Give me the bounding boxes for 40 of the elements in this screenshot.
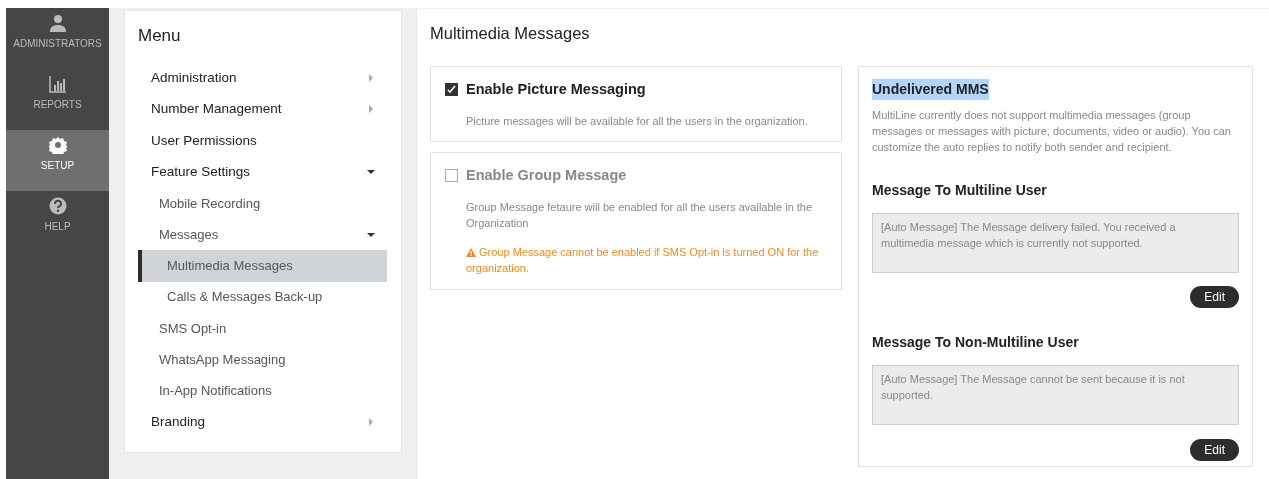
section-description: MultiLine currently does not support multimedia messages (group messages or messages with picture, documents, video or audio). You can customize the auto replies to notify both sender and recipient. — [872, 107, 1232, 155]
section-title: Undelivered MMS — [872, 78, 989, 100]
nav-item[interactable]: SETUP — [6, 130, 109, 191]
caret-right-icon — [367, 418, 375, 427]
option-description: Picture messages will be available for all the users in the organization. — [466, 113, 809, 129]
nav-item[interactable]: ADMINISTRATORS — [6, 8, 109, 69]
nav-item[interactable]: REPORTS — [6, 69, 109, 130]
option-description: Group Message fetaure will be enabled for all the users available in the Organization — [466, 199, 814, 232]
warning-text: Group Message cannot be enabled if SMS Opt-in is turned ON for the organization. — [466, 244, 820, 277]
help-icon — [48, 197, 67, 215]
menu-item[interactable]: Multimedia Messages — [138, 250, 387, 282]
bar-chart-icon — [48, 75, 67, 93]
edit-button[interactable]: Edit — [1190, 286, 1239, 309]
warning-icon — [466, 247, 476, 257]
menu-item[interactable]: In-App Notifications — [138, 375, 387, 407]
menu-item[interactable]: Branding — [138, 406, 387, 439]
option-label: Enable Group Message — [466, 166, 627, 185]
settings-icon — [48, 136, 67, 154]
nav-item[interactable]: HELP — [6, 191, 109, 252]
menu-item[interactable]: Feature Settings — [138, 156, 387, 188]
caret-down-icon — [367, 230, 375, 239]
menu-item[interactable]: Mobile Recording — [138, 187, 387, 219]
caret-down-icon — [367, 168, 375, 177]
checkbox[interactable] — [445, 83, 458, 97]
edit-button[interactable]: Edit — [1190, 438, 1239, 461]
menu-item[interactable]: SMS Opt-in — [138, 312, 387, 345]
message-heading: Message To Non-Multiline User — [872, 333, 1080, 353]
message-heading: Message To Multiline User — [872, 180, 1048, 200]
menu-item[interactable]: User Permissions — [138, 125, 387, 157]
caret-right-icon — [367, 105, 375, 114]
menu-item[interactable]: Administration — [138, 62, 387, 94]
menu-title: Menu — [138, 25, 182, 47]
menu-item[interactable]: Number Management — [138, 93, 387, 126]
page-title: Multimedia Messages — [430, 23, 591, 44]
person-icon — [48, 14, 67, 32]
option-label: Enable Picture Messaging — [466, 79, 646, 99]
menu-item[interactable]: Calls & Messages Back-up — [138, 281, 387, 313]
caret-right-icon — [367, 74, 375, 83]
menu-item[interactable]: Messages — [138, 219, 387, 251]
menu-item[interactable]: WhatsApp Messaging — [138, 344, 387, 376]
